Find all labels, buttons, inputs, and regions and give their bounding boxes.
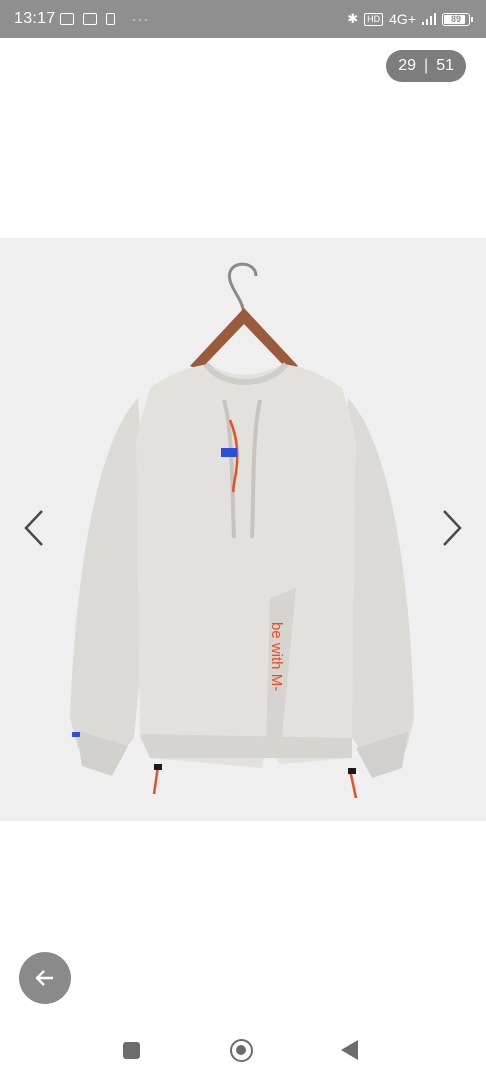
image-counter: 29 | 51 [386,50,466,82]
recents-button[interactable] [123,1042,140,1059]
arrow-left-icon [35,970,53,986]
current-index: 29 [398,57,417,74]
status-time: 13:17 [14,10,56,27]
home-button[interactable] [230,1039,253,1062]
chevron-left-icon [24,510,43,546]
sim-icon [106,13,115,25]
bluetooth-icon: ✱ [347,11,359,26]
chevron-right-icon [443,510,462,546]
network-type: 4G+ [389,11,416,27]
product-image[interactable]: be with M- [0,238,486,821]
previous-image-button[interactable] [20,505,50,551]
notification-icons: ··· [60,12,150,26]
hd-video-icon [60,13,74,25]
next-image-button[interactable] [436,505,466,551]
garment-print-text: be with M- [268,622,285,691]
battery-icon: 89 [442,12,473,26]
sweatshirt-illustration: be with M- [70,262,414,799]
system-back-button[interactable] [341,1040,358,1060]
mail-icon [83,13,97,25]
hd-icon: HD [364,12,384,26]
signal-icon [422,13,436,25]
back-button[interactable] [19,952,71,1004]
status-bar: 13:17 ··· ✱ HD 4G+ 89 [0,0,486,38]
more-notifications-icon: ··· [132,12,150,26]
system-icons: ✱ HD 4G+ 89 [347,11,473,27]
battery-level: 89 [450,13,461,24]
counter-separator: | [424,57,429,74]
total-count: 51 [436,57,454,74]
